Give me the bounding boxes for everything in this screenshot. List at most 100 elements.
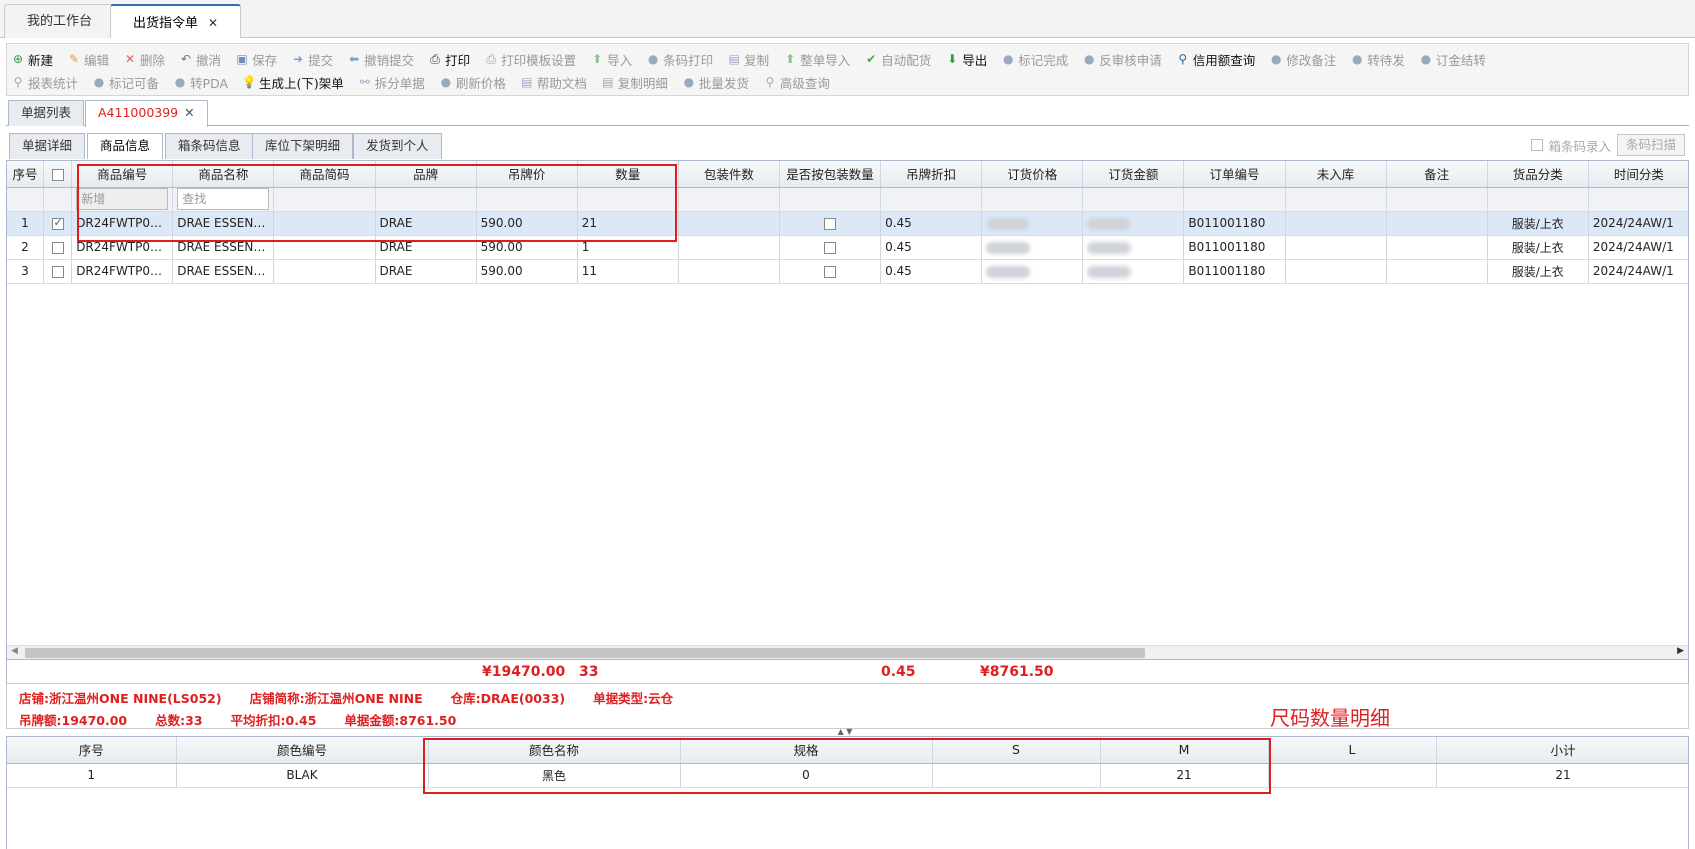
toolbar-row-1: ⊕ 新建 ✎ 编辑 ✕ 删除 ↶ 撤消 ▣ 保存 ➜ 提交 ⬅ 撤销提交 ⎙ 打印 ⎙ 打印模板设置 ⬆ 导入 ● 条码打… (11, 48, 1500, 70)
col-header-select-all[interactable] (43, 161, 73, 188)
package-qty-checkbox[interactable] (824, 217, 836, 230)
scroll-left-icon[interactable]: ◀ (11, 646, 18, 656)
auto-allocate-button[interactable]: ✔ 自动配货 (864, 50, 931, 69)
tab-ship-to-person[interactable]: 发货到个人 (353, 133, 442, 159)
print-button[interactable]: ⎙ 打印 (428, 50, 470, 69)
edit-note-button[interactable]: ● 修改备注 (1269, 50, 1336, 69)
col-header[interactable]: L (1268, 737, 1437, 764)
col-header[interactable]: 商品名称 (172, 161, 275, 188)
redacted-value (986, 217, 1031, 230)
save-button[interactable]: ▣ 保存 (235, 50, 277, 69)
col-header[interactable]: 序号 (7, 161, 44, 188)
copy-detail-button[interactable]: ▤ 复制明细 (601, 73, 668, 92)
horizontal-scrollbar[interactable]: ◀ ▶ (7, 645, 1688, 659)
to-pending-button[interactable]: ● 转待发 (1350, 50, 1405, 69)
to-pda-button[interactable]: ● 转PDA (173, 73, 228, 92)
print-template-button[interactable]: ⎙ 打印模板设置 (484, 50, 576, 69)
edit-button[interactable]: ✎ 编辑 (67, 50, 109, 69)
col-header[interactable]: 订单编号 (1183, 161, 1286, 188)
cell-pack (678, 259, 780, 284)
col-header[interactable]: 颜色编号 (176, 737, 429, 764)
report-button[interactable]: ⚲ 报表统计 (11, 73, 78, 92)
col-header[interactable]: 小计 (1436, 737, 1688, 764)
col-header[interactable]: 是否按包装数量 (779, 161, 882, 188)
mark-ready-button[interactable]: ● 标记可备 (92, 73, 159, 92)
bulk-import-button[interactable]: ⬆ 整单导入 (783, 50, 850, 69)
col-header[interactable]: 订货价格 (981, 161, 1084, 188)
tab-product-info[interactable]: 商品信息 (87, 133, 164, 159)
redacted-cell (1082, 235, 1185, 260)
deposit-transfer-button[interactable]: ● 订金结转 (1419, 50, 1486, 69)
barcode-print-button[interactable]: ● 条码打印 (646, 50, 713, 69)
col-header[interactable]: 未入库 (1285, 161, 1387, 188)
mark-done-button[interactable]: ● 标记完成 (1001, 50, 1068, 69)
copy-icon: ▤ (728, 52, 740, 66)
size-cell[interactable]: 21 (1100, 763, 1269, 788)
undo-button[interactable]: ↶ 撤消 (179, 50, 221, 69)
col-header[interactable]: M (1100, 737, 1269, 764)
tab-doc-detail[interactable]: 单据详细 (9, 133, 86, 159)
size-cell[interactable] (1268, 763, 1437, 788)
splitter-handle[interactable]: ▲ ▼ (820, 728, 870, 736)
cell-discount: 0.45 (880, 259, 983, 284)
col-header[interactable]: 货品分类 (1487, 161, 1589, 188)
col-header[interactable]: S (932, 737, 1101, 764)
col-header[interactable]: 数量 (577, 161, 679, 188)
package-qty-checkbox[interactable] (824, 241, 836, 254)
add-button[interactable]: ⊕ 新建 (11, 50, 53, 69)
close-icon[interactable]: ✕ (184, 105, 194, 120)
col-header[interactable]: 商品编号 (71, 161, 174, 188)
scroll-right-icon[interactable]: ▶ (1677, 646, 1684, 656)
box-barcode-checkbox[interactable] (1531, 139, 1544, 151)
table-row[interactable]: 1 BLAK 黑色 0 21 21 (7, 763, 1688, 788)
delete-button[interactable]: ✕ 删除 (123, 50, 165, 69)
help-doc-button[interactable]: ▤ 帮助文档 (520, 73, 587, 92)
tab-workbench[interactable]: 我的工作台 (4, 4, 116, 38)
export-button[interactable]: ⬇ 导出 (945, 50, 987, 69)
new-row-input[interactable]: 新增 (76, 188, 169, 210)
col-header[interactable]: 订货金额 (1082, 161, 1185, 188)
col-header[interactable]: 吊牌价 (476, 161, 578, 188)
tab-box-barcode[interactable]: 箱条码信息 (165, 133, 254, 159)
col-header[interactable]: 时间分类 (1588, 161, 1688, 188)
table-row[interactable]: 3 DR24FWTP03KK DRAE ESSENTI... DRAE 590.00 11… (7, 259, 1688, 284)
copy-button[interactable]: ▤ 复制 (727, 50, 770, 69)
col-header[interactable]: 备注 (1386, 161, 1488, 188)
col-header[interactable]: 规格 (680, 737, 933, 764)
tab-document-list[interactable]: 单据列表 (8, 100, 85, 126)
refresh-price-button[interactable]: ● 刷新价格 (439, 73, 506, 92)
col-header[interactable]: 商品简码 (273, 161, 376, 188)
col-header[interactable]: 包装件数 (678, 161, 780, 188)
tab-document-detail[interactable]: A411000399 ✕ (85, 100, 208, 127)
barcode-scan-button[interactable]: 条码扫描 (1616, 134, 1685, 156)
row-select-checkbox[interactable] (51, 216, 64, 230)
close-icon[interactable]: ✕ (208, 16, 218, 30)
credit-search-button[interactable]: ⚲ 信用额查询 (1176, 50, 1255, 69)
tab-outbound-order[interactable]: 出货指令单 ✕ (110, 4, 242, 38)
size-cell[interactable] (932, 763, 1101, 788)
row-select-checkbox[interactable] (51, 265, 64, 278)
advanced-search-button[interactable]: ⚲ 高级查询 (763, 73, 829, 92)
import-button[interactable]: ⬆ 导入 (590, 50, 632, 69)
batch-ship-button[interactable]: ● 批量发货 (682, 73, 749, 92)
table-row[interactable]: 1 DR24FWTP03BKDRAE ESSENTI... DRAE590.0021… (7, 211, 1688, 236)
lightbulb-button[interactable]: 💡 生成上(下)架单 (242, 73, 344, 92)
row-select-checkbox[interactable] (51, 241, 64, 254)
revoke-button[interactable]: ⬅ 撤销提交 (347, 50, 414, 69)
tab-location-detail[interactable]: 库位下架明细 (252, 133, 354, 159)
product-table: 序号 商品编号 商品名称 商品简码 品牌 吊牌价 数量 包装件数 是否按包装数量… (7, 161, 1688, 284)
unapprove-request-button[interactable]: ● 反审核申请 (1082, 50, 1162, 69)
col-header[interactable]: 序号 (7, 737, 177, 764)
search-input[interactable]: 查找 (177, 188, 270, 210)
select-all-checkbox[interactable] (51, 168, 64, 181)
submit-button[interactable]: ➜ 提交 (291, 50, 333, 69)
redacted-value (986, 241, 1031, 254)
package-qty-checkbox[interactable] (824, 265, 836, 278)
col-header[interactable]: 品牌 (375, 161, 477, 188)
split-button[interactable]: ⚯ 拆分单据 (358, 73, 425, 92)
scrollbar-thumb[interactable] (25, 648, 1145, 658)
cell-note (1386, 235, 1488, 260)
table-row[interactable]: 2 DR24FWTP03IV DRAE ESSENTI... DRAE 590.00 1 0… (7, 235, 1688, 260)
col-header[interactable]: 吊牌折扣 (880, 161, 983, 188)
col-header[interactable]: 颜色名称 (428, 737, 681, 764)
